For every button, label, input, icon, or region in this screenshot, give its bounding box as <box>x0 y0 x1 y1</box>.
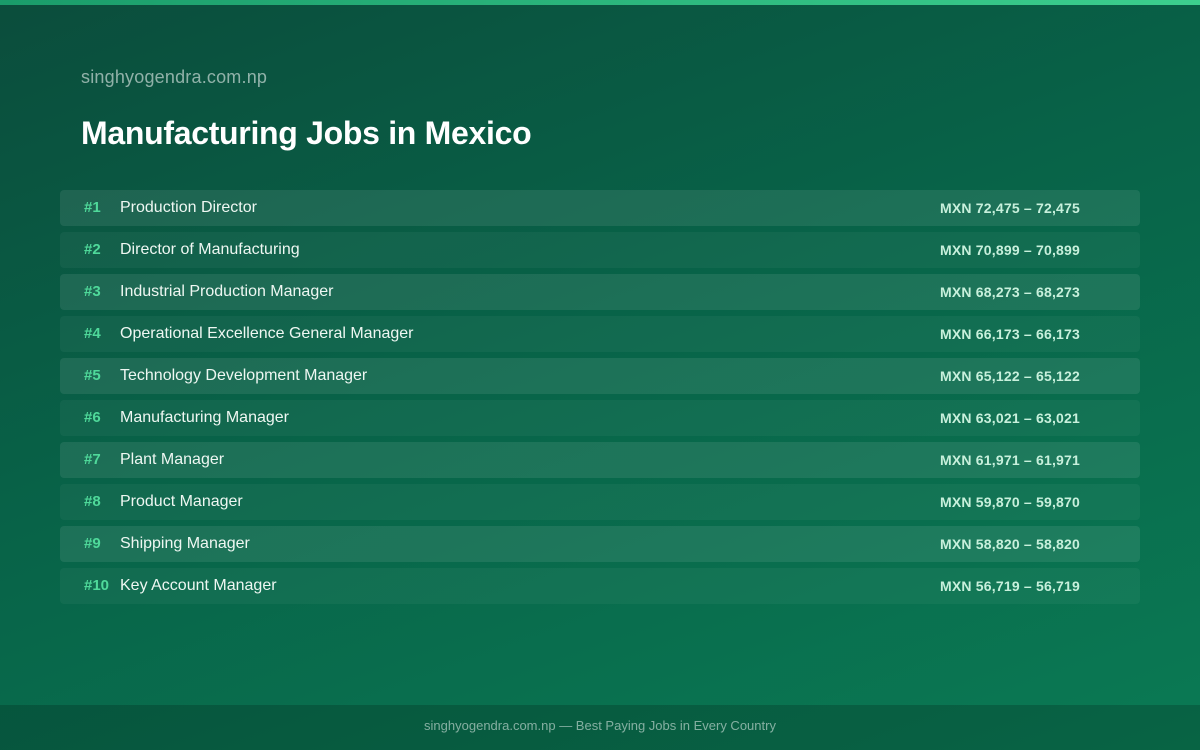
job-salary: MXN 63,021 – 63,021 <box>939 410 1080 426</box>
job-salary: MXN 70,899 – 70,899 <box>939 242 1080 258</box>
job-salary: MXN 65,122 – 65,122 <box>939 368 1080 384</box>
job-salary: MXN 61,971 – 61,971 <box>939 452 1080 468</box>
site-name: singhyogendra.com.np <box>81 67 268 87</box>
job-rank: #8 <box>84 493 101 510</box>
job-rank: #9 <box>84 535 101 552</box>
job-title: Industrial Production Manager <box>120 283 334 300</box>
job-rank: #2 <box>84 241 101 258</box>
job-row: #4 Operational Excellence General Manage… <box>60 316 1140 352</box>
job-title: Production Director <box>120 199 257 216</box>
job-row: #3 Industrial Production Manager MXN 68,… <box>60 274 1140 310</box>
job-row: #9 Shipping Manager MXN 58,820 – 58,820 <box>60 526 1140 562</box>
job-list: #1 Production Director MXN 72,475 – 72,4… <box>60 190 1140 610</box>
job-salary: MXN 68,273 – 68,273 <box>939 284 1080 300</box>
job-title: Product Manager <box>120 493 243 510</box>
job-rank: #6 <box>84 409 101 426</box>
job-rank: #3 <box>84 283 101 300</box>
job-row: #6 Manufacturing Manager MXN 63,021 – 63… <box>60 400 1140 436</box>
job-rank: #7 <box>84 451 101 468</box>
footer: singhyogendra.com.np — Best Paying Jobs … <box>0 705 1200 750</box>
job-title: Manufacturing Manager <box>120 409 289 426</box>
job-rank: #5 <box>84 367 101 384</box>
job-row: #2 Director of Manufacturing MXN 70,899 … <box>60 232 1140 268</box>
job-title: Shipping Manager <box>120 535 250 552</box>
job-row: #7 Plant Manager MXN 61,971 – 61,971 <box>60 442 1140 478</box>
job-salary: MXN 58,820 – 58,820 <box>939 536 1080 552</box>
job-row: #5 Technology Development Manager MXN 65… <box>60 358 1140 394</box>
job-salary: MXN 59,870 – 59,870 <box>939 494 1080 510</box>
job-rank: #1 <box>84 199 101 216</box>
job-salary: MXN 66,173 – 66,173 <box>939 326 1080 342</box>
job-title: Key Account Manager <box>120 577 277 594</box>
top-accent-bar <box>0 0 1200 5</box>
job-row: #10 Key Account Manager MXN 56,719 – 56,… <box>60 568 1140 604</box>
job-title: Technology Development Manager <box>120 367 368 384</box>
job-row: #8 Product Manager MXN 59,870 – 59,870 <box>60 484 1140 520</box>
job-salary: MXN 56,719 – 56,719 <box>939 578 1080 594</box>
job-title: Plant Manager <box>120 451 225 468</box>
job-title: Operational Excellence General Manager <box>120 325 414 342</box>
job-rank: #10 <box>84 577 110 594</box>
job-title: Director of Manufacturing <box>120 241 300 258</box>
footer-text: singhyogendra.com.np — Best Paying Jobs … <box>424 718 776 733</box>
page-title: Manufacturing Jobs in Mexico <box>81 115 532 151</box>
job-row: #1 Production Director MXN 72,475 – 72,4… <box>60 190 1140 226</box>
job-rank: #4 <box>84 325 101 342</box>
job-salary: MXN 72,475 – 72,475 <box>939 200 1080 216</box>
